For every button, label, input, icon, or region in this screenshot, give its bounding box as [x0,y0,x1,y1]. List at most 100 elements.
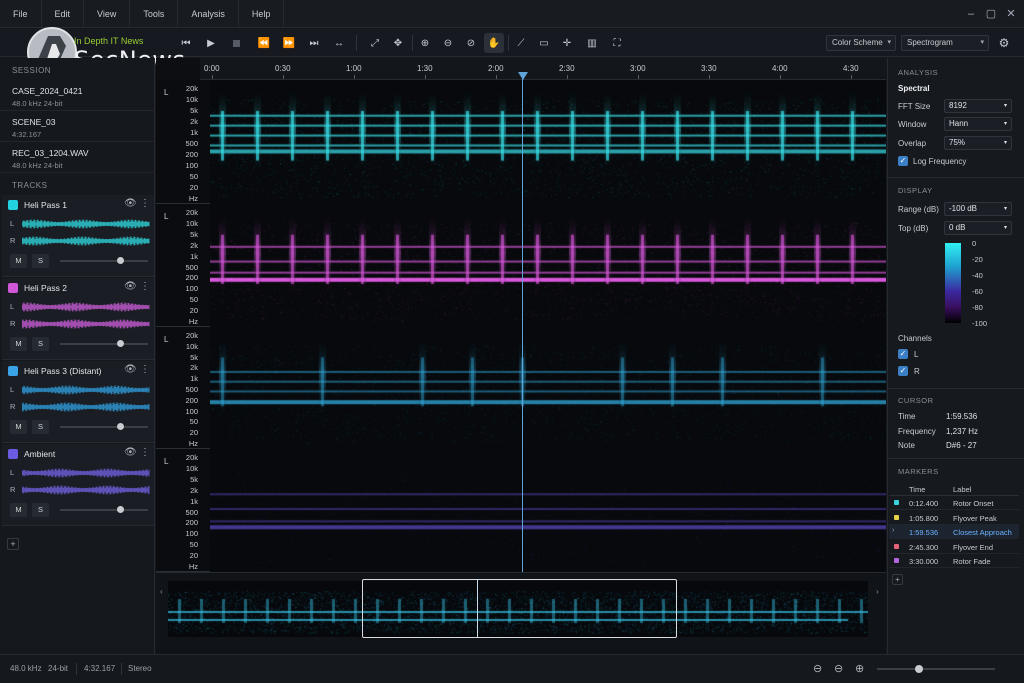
overlap-value: 75% [949,138,965,147]
add-marker-button[interactable]: + [892,574,903,585]
marker-row[interactable]: 2:45.300 Flyover End [889,540,1019,554]
spectrogram-lane[interactable]: L 20k 10k 5k 2k 1k 500 200 100 50 20 Hz [156,449,886,572]
mute-button[interactable]: M [10,420,27,434]
track-item[interactable]: Heli Pass 2 👁 ⋮ L R M S [2,278,154,360]
hand-icon[interactable]: ✋ [484,33,504,53]
mute-button[interactable]: M [10,337,27,351]
eye-icon[interactable]: 👁 [124,364,136,376]
gear-icon[interactable]: ⚙ [994,33,1014,53]
window-dropdown[interactable]: Hann ▾ [944,117,1012,131]
spectrogram-lane[interactable]: L 20k 10k 5k 2k 1k 500 200 100 50 20 Hz [156,327,886,449]
stop-button[interactable] [226,33,246,53]
window-label: Window [898,120,926,129]
play-button[interactable]: ▶ [201,33,221,53]
frequency-label: 20k [168,331,198,340]
spectrogram-lane[interactable]: L 20k 10k 5k 2k 1k 500 200 100 50 20 Hz [156,204,886,327]
more-icon[interactable]: ⋮ [140,198,150,209]
mute-button[interactable]: M [10,503,27,517]
marker-row[interactable]: › 1:59.536 Closest Approach [889,525,1019,539]
eye-icon[interactable]: 👁 [124,447,136,459]
marker-row[interactable]: 0:12.400 Rotor Onset [889,496,1019,510]
solo-button[interactable]: S [32,420,49,434]
prev-marker-icon[interactable]: ⏪ [254,33,274,53]
track-volume-knob[interactable] [117,423,124,430]
channel-l-checkbox[interactable]: ✓ [898,349,908,359]
overlap-dropdown[interactable]: 75% ▾ [944,136,1012,150]
zoom-out-icon[interactable]: ⊖ [813,662,822,675]
zoom-fit-icon[interactable]: ⊖ [834,662,843,675]
time-ruler[interactable]: 0:00 0:30 1:00 1:30 2:00 2:30 3:00 3:30 4:00 4:30 [200,58,886,80]
zoom-slider-knob[interactable] [915,665,923,673]
marker-row[interactable]: 3:30.000 Rotor Fade [889,554,1019,568]
solo-button[interactable]: S [32,254,49,268]
view-mode-dropdown[interactable]: Spectrogram ▾ [901,35,989,51]
zoom-in-icon[interactable]: ⊕ [415,33,435,53]
track-volume-slider[interactable] [60,509,148,511]
track-item[interactable]: Ambient 👁 ⋮ L R M S [2,444,154,526]
overview-selection[interactable] [362,579,677,638]
marker-row[interactable]: 1:05.800 Flyover Peak [889,511,1019,525]
fft-size-label: FFT Size [898,102,930,111]
session-item[interactable]: CASE_2024_0421 48.0 kHz 24-bit [0,80,155,111]
overview-navigator[interactable]: ‹ › [156,572,886,654]
session-item[interactable]: REC_03_1204.WAV 48.0 kHz 24-bit [0,142,155,173]
zoom-in-icon[interactable]: ⊕ [855,662,864,675]
log-frequency-checkbox[interactable]: ✓ [898,156,908,166]
bars-icon[interactable]: ▥ [582,33,602,53]
move-icon[interactable]: ✥ [388,33,408,53]
solo-button[interactable]: S [32,503,49,517]
channel-r-checkbox[interactable]: ✓ [898,366,908,376]
mute-button[interactable]: M [10,254,27,268]
more-icon[interactable]: ⋮ [140,281,150,292]
snapshot-icon[interactable]: ⛶ [607,33,627,53]
more-icon[interactable]: ⋮ [140,447,150,458]
color-scheme-dropdown[interactable]: Color Scheme ▾ [826,35,896,51]
zoom-out-icon[interactable]: ⊖ [438,33,458,53]
lasso-icon[interactable]: ⟋ [511,33,531,53]
track-name: Ambient [24,449,55,459]
ruler-tick [425,75,426,79]
track-item[interactable]: Heli Pass 1 👁 ⋮ L R M S [2,195,154,277]
eye-icon[interactable]: 👁 [124,281,136,293]
playhead[interactable] [522,72,523,572]
zoom-slider[interactable] [877,668,995,670]
eye-icon[interactable]: 👁 [124,198,136,210]
chevron-left-icon[interactable]: ‹ [160,587,163,596]
spectrogram-lane[interactable]: L 20k 10k 5k 2k 1k 500 200 100 50 20 Hz [156,80,886,204]
menu-help[interactable]: Help [239,0,285,28]
loop-icon[interactable]: ↔ [329,33,349,53]
frequency-label: 1k [168,128,198,137]
close-icon[interactable]: ✕ [1004,7,1018,21]
track-item[interactable]: Heli Pass 3 (Distant) 👁 ⋮ L R M S [2,361,154,443]
chevron-right-icon[interactable]: › [876,587,879,596]
session-item[interactable]: SCENE_03 4:32.167 [0,111,155,142]
frequency-label: 50 [168,295,198,304]
fast-forward-icon[interactable]: ⏩ [279,33,299,53]
fft-size-dropdown[interactable]: 8192 ▾ [944,99,1012,113]
track-volume-knob[interactable] [117,257,124,264]
crosshair-icon[interactable]: ✛ [557,33,577,53]
track-volume-knob[interactable] [117,506,124,513]
frequency-label: 20 [168,183,198,192]
track-volume-slider[interactable] [60,343,148,345]
track-volume-slider[interactable] [60,426,148,428]
more-icon[interactable]: ⋮ [140,364,150,375]
top-dropdown[interactable]: 0 dB ▾ [944,221,1012,235]
menu-analysis[interactable]: Analysis [178,0,239,28]
channels-label: Channels [898,334,932,343]
frequency-label: 20 [168,306,198,315]
skip-end-icon[interactable]: ⏭ [304,33,324,53]
solo-button[interactable]: S [32,337,49,351]
track-volume-knob[interactable] [117,340,124,347]
add-track-button[interactable]: + [7,538,19,550]
rect-select-icon[interactable]: ▭ [534,33,554,53]
zoom-reset-icon[interactable]: ⊘ [461,33,481,53]
track-name: Heli Pass 3 (Distant) [24,366,101,376]
track-volume-slider[interactable] [60,260,148,262]
range-dropdown[interactable]: -100 dB ▾ [944,202,1012,216]
frequency-label: 10k [168,219,198,228]
minimize-icon[interactable]: – [964,7,978,21]
maximize-icon[interactable]: ▢ [984,7,998,21]
playhead-handle[interactable] [518,72,528,80]
fit-icon[interactable]: ⤢ [365,33,385,53]
